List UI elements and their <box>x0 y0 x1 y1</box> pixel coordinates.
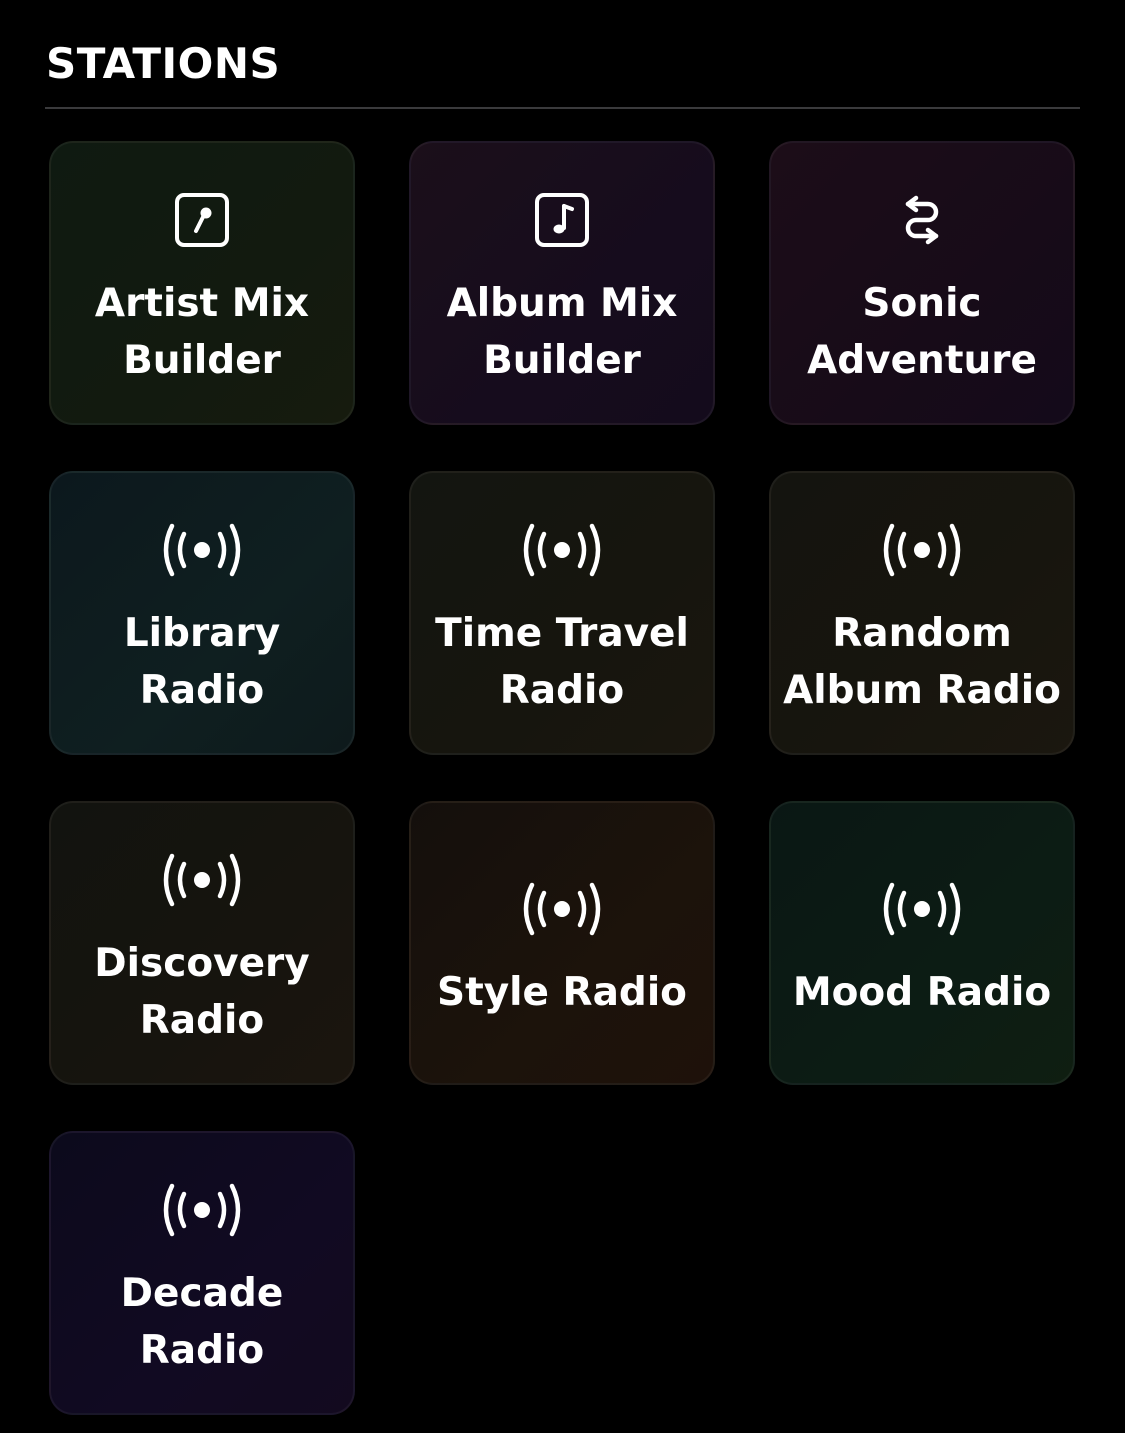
broadcast-icon <box>879 507 965 593</box>
tile-time-travel-radio[interactable]: Time Travel Radio <box>409 471 715 755</box>
broadcast-icon <box>159 837 245 923</box>
broadcast-icon <box>519 507 605 593</box>
tile-label: Sonic Adventure <box>807 281 1037 383</box>
tile-style-radio[interactable]: Style Radio <box>409 801 715 1085</box>
tile-label: Library Radio <box>123 611 281 713</box>
microphone-square-icon <box>159 177 245 263</box>
music-note-square-icon <box>519 177 605 263</box>
tile-label: Decade Radio <box>120 1271 284 1373</box>
section-divider <box>45 107 1080 109</box>
tile-sonic-adventure[interactable]: Sonic Adventure <box>769 141 1075 425</box>
tile-library-radio[interactable]: Library Radio <box>49 471 355 755</box>
section-title: STATIONS <box>46 39 281 88</box>
broadcast-icon <box>879 866 965 952</box>
tile-decade-radio[interactable]: Decade Radio <box>49 1131 355 1415</box>
tile-mood-radio[interactable]: Mood Radio <box>769 801 1075 1085</box>
tile-label: Random Album Radio <box>783 611 1061 713</box>
tile-label: Mood Radio <box>792 969 1052 1015</box>
tile-label: Time Travel Radio <box>435 611 689 713</box>
tile-album-mix-builder[interactable]: Album Mix Builder <box>409 141 715 425</box>
broadcast-icon <box>159 507 245 593</box>
tile-artist-mix-builder[interactable]: Artist Mix Builder <box>49 141 355 425</box>
broadcast-icon <box>159 1167 245 1253</box>
tile-label: Artist Mix Builder <box>94 281 310 383</box>
tile-label: Discovery Radio <box>94 941 310 1043</box>
broadcast-icon <box>519 866 605 952</box>
swap-arrows-icon <box>879 177 965 263</box>
tile-discovery-radio[interactable]: Discovery Radio <box>49 801 355 1085</box>
tile-label: Album Mix Builder <box>446 281 678 383</box>
tile-random-album-radio[interactable]: Random Album Radio <box>769 471 1075 755</box>
tile-label: Style Radio <box>437 969 687 1015</box>
